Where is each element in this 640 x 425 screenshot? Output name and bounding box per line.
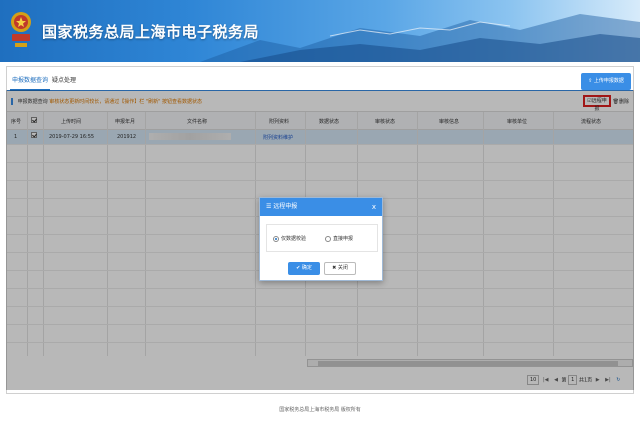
option-direct-declare[interactable]: 直接申报 [325,235,353,242]
option-verify-only[interactable]: 仅数据校验 [273,235,306,242]
radio-icon[interactable] [325,235,331,242]
tax-emblem-icon [11,12,31,47]
site-title: 国家税务总局上海市电子税务局 [42,23,260,41]
radio-selected-icon[interactable] [273,235,279,242]
close-button[interactable]: ✖ 关闭 [324,262,356,275]
close-icon[interactable]: x [372,198,376,216]
tab-doubt-processing[interactable]: 疑点处理 [52,75,76,84]
dialog-options: 仅数据校验 直接申报 [266,224,378,252]
remote-declare-dialog: ☰ 远程申报 x 仅数据校验 直接申报 ✔ 确定 ✖ 关闭 [259,197,383,281]
confirm-button[interactable]: ✔ 确定 [288,262,320,275]
footer-copyright: 国家税务总局上海市税务局 版权所有 [279,407,361,413]
site-header: 国家税务总局上海市电子税务局 [0,0,640,62]
dialog-header: ☰ 远程申报 x [260,198,382,216]
upload-data-button[interactable]: ⇪ 上传申报数据 [581,73,631,90]
dialog-title: 远程申报 [273,203,298,210]
tab-bar: 申报数据查询 疑点处理 ⇪ 上传申报数据 [7,67,633,91]
tab-declaration-query[interactable]: 申报数据查询 [9,75,51,91]
